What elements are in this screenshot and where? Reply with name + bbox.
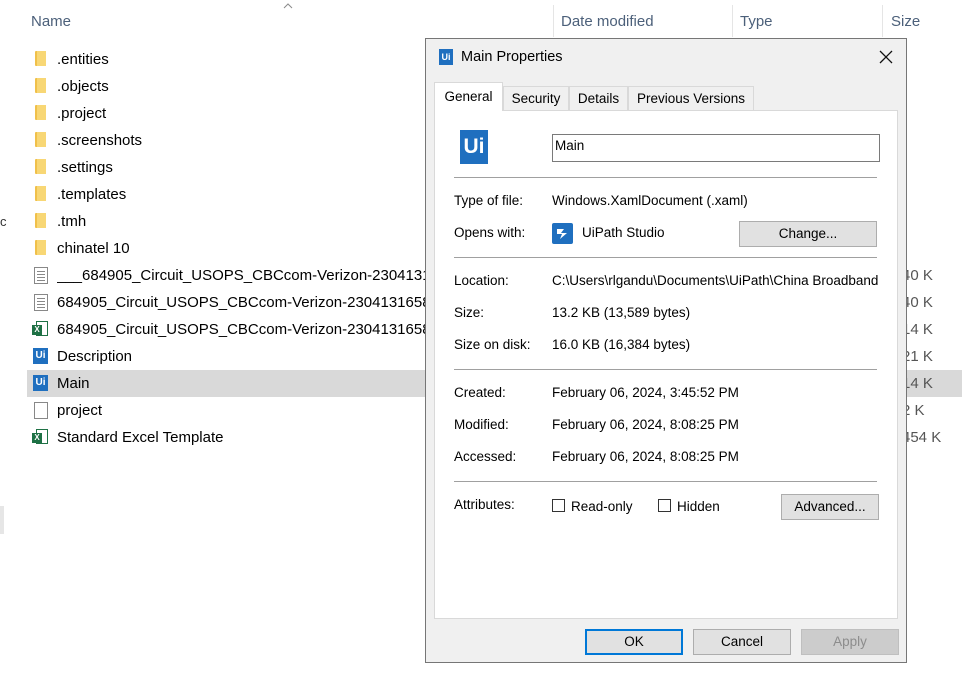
- folder-icon: [32, 51, 50, 68]
- folder-icon: [32, 105, 50, 122]
- created-value: February 06, 2024, 3:45:52 PM: [552, 385, 739, 400]
- close-icon[interactable]: [871, 45, 901, 69]
- column-name[interactable]: Name: [31, 13, 71, 30]
- file-name: .entities: [57, 51, 109, 68]
- tab-general[interactable]: General: [434, 82, 503, 111]
- folder-icon: [32, 78, 50, 95]
- change-button[interactable]: Change...: [739, 221, 877, 247]
- accessed-label: Accessed:: [454, 449, 517, 464]
- folder-icon: [32, 159, 50, 176]
- file-name: Standard Excel Template: [57, 429, 224, 446]
- folder-icon: [32, 213, 50, 230]
- file-size: 14 K: [902, 321, 933, 338]
- left-edge-fragment: c: [0, 214, 7, 229]
- file-name: .objects: [57, 78, 109, 95]
- ok-button[interactable]: OK: [585, 629, 683, 655]
- file-size: 454 K: [902, 429, 942, 446]
- file-name: .templates: [57, 186, 127, 203]
- divider: [454, 481, 877, 482]
- uipath-studio-icon: [552, 223, 573, 244]
- hidden-label[interactable]: Hidden: [677, 499, 720, 514]
- file-name: Main: [57, 375, 90, 392]
- attributes-label: Attributes:: [454, 497, 515, 512]
- created-label: Created:: [454, 385, 506, 400]
- uipath-file-icon: Ui: [32, 375, 50, 392]
- column-divider[interactable]: [553, 5, 554, 37]
- file-name: 684905_Circuit_USOPS_CBCcom-Verizon-2304…: [57, 294, 425, 311]
- file-size: 40 K: [902, 267, 933, 284]
- location-value: C:\Users\rlgandu\Documents\UiPath\China …: [552, 273, 878, 288]
- column-date-modified[interactable]: Date modified: [561, 13, 654, 30]
- general-tab-panel: [434, 110, 898, 619]
- location-label: Location:: [454, 273, 509, 288]
- file-name: .tmh: [57, 213, 87, 230]
- file-name: .screenshots: [57, 132, 143, 149]
- opens-with-label: Opens with:: [454, 225, 526, 240]
- file-name: .settings: [57, 159, 113, 176]
- divider: [454, 257, 877, 258]
- size-on-disk-value: 16.0 KB (16,384 bytes): [552, 337, 691, 352]
- file-name: project: [57, 402, 103, 419]
- advanced-button[interactable]: Advanced...: [781, 494, 879, 520]
- uipath-file-icon: Ui: [32, 348, 50, 365]
- type-of-file-label: Type of file:: [454, 193, 524, 208]
- column-divider[interactable]: [882, 5, 883, 37]
- file-size: 21 K: [902, 348, 933, 365]
- uipath-file-icon: Ui: [460, 130, 488, 164]
- file-size: 2 K: [902, 402, 925, 419]
- sort-ascending-icon: [283, 3, 293, 9]
- size-label: Size:: [454, 305, 485, 320]
- tab-details[interactable]: Details: [569, 86, 628, 110]
- file-name-input[interactable]: Main: [552, 134, 880, 162]
- column-header-bar: Name Date modified Type Size: [0, 0, 962, 42]
- excel-file-icon: X: [32, 321, 50, 338]
- blank-file-icon: [32, 402, 50, 419]
- size-value: 13.2 KB (13,589 bytes): [552, 305, 691, 320]
- uipath-title-icon: Ui: [439, 49, 453, 65]
- file-name: ___684905_Circuit_USOPS_CBCcom-Verizon-2…: [57, 267, 425, 284]
- tab-security[interactable]: Security: [503, 86, 569, 110]
- folder-icon: [32, 240, 50, 257]
- file-name: Description: [57, 348, 133, 365]
- excel-file-icon: X: [32, 429, 50, 446]
- file-name: chinatel 10: [57, 240, 130, 257]
- column-type[interactable]: Type: [740, 13, 773, 30]
- file-name: .project: [57, 105, 107, 122]
- folder-icon: [32, 132, 50, 149]
- hidden-checkbox[interactable]: [658, 499, 671, 512]
- read-only-checkbox[interactable]: [552, 499, 565, 512]
- text-document-icon: [32, 267, 50, 284]
- file-name: 684905_Circuit_USOPS_CBCcom-Verizon-2304…: [57, 321, 425, 338]
- modified-value: February 06, 2024, 8:08:25 PM: [552, 417, 739, 432]
- properties-dialog: Ui Main Properties General Security Deta…: [425, 38, 907, 663]
- left-edge-scroll-fragment: [0, 506, 4, 534]
- size-on-disk-label: Size on disk:: [454, 337, 531, 352]
- type-of-file-value: Windows.XamlDocument (.xaml): [552, 193, 748, 208]
- read-only-label[interactable]: Read-only: [571, 499, 633, 514]
- opens-with-value: UiPath Studio: [582, 225, 665, 240]
- cancel-button[interactable]: Cancel: [693, 629, 791, 655]
- apply-button[interactable]: Apply: [801, 629, 899, 655]
- folder-icon: [32, 186, 50, 203]
- divider: [454, 177, 877, 178]
- accessed-value: February 06, 2024, 8:08:25 PM: [552, 449, 739, 464]
- file-size: 14 K: [902, 375, 933, 392]
- dialog-title: Main Properties: [461, 49, 563, 65]
- column-divider[interactable]: [732, 5, 733, 37]
- file-size: 40 K: [902, 294, 933, 311]
- modified-label: Modified:: [454, 417, 509, 432]
- tab-previous-versions[interactable]: Previous Versions: [628, 86, 754, 110]
- text-document-icon: [32, 294, 50, 311]
- divider: [454, 369, 877, 370]
- column-size[interactable]: Size: [891, 13, 920, 30]
